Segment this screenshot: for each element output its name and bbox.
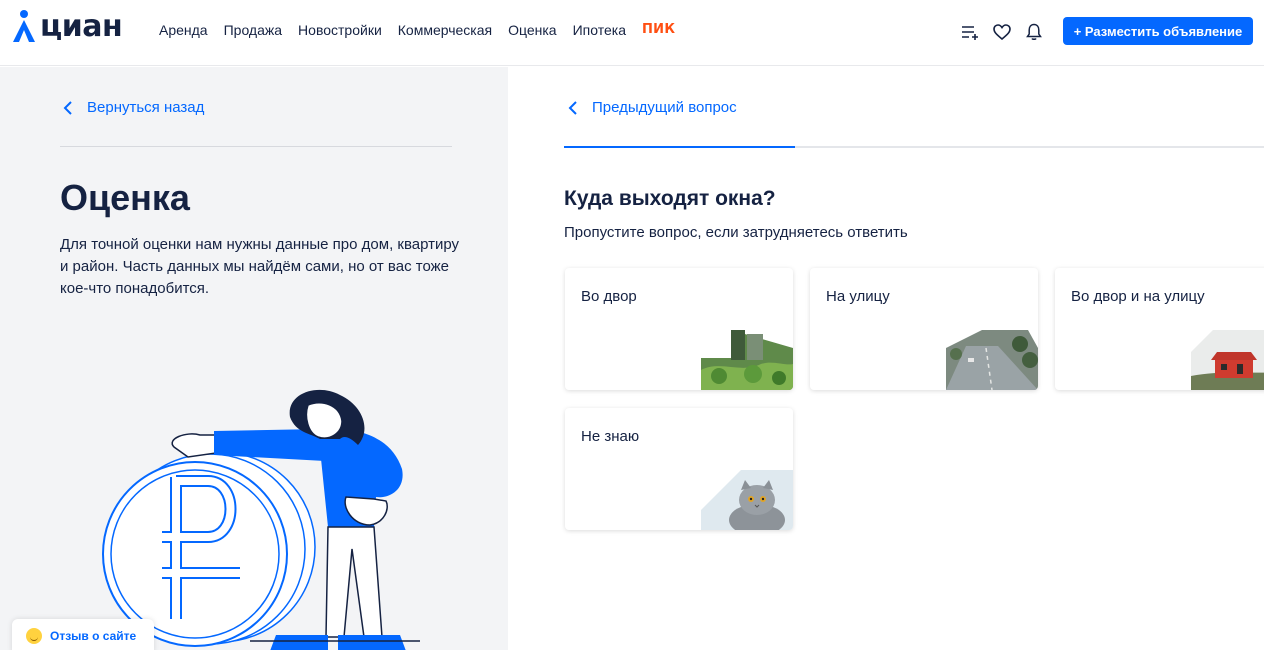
street-photo (946, 330, 1038, 390)
option-label: Во двор (581, 288, 637, 305)
page-description: Для точной оценки нам нужны данные про д… (60, 236, 460, 297)
progress-bar (564, 146, 1264, 148)
nav-sale[interactable]: Продажа (224, 22, 282, 38)
logo-text: циан (40, 8, 123, 44)
header-icons (960, 22, 1056, 42)
nav-commercial[interactable]: Коммерческая (398, 22, 492, 38)
list-add-icon[interactable] (960, 22, 980, 42)
previous-question-label: Предыдущий вопрос (592, 99, 737, 116)
chevron-left-icon (568, 100, 577, 115)
progress-bar-fill (564, 146, 795, 148)
woman-with-ruble-coin-illustration (102, 389, 420, 650)
smile-icon (26, 628, 42, 644)
question-hint: Пропустите вопрос, если затрудняетесь от… (564, 224, 908, 241)
right-panel: Предыдущий вопрос Куда выходят окна? Про… (508, 67, 1264, 650)
site-feedback-button[interactable]: Отзыв о сайте (12, 619, 154, 650)
nav-rent[interactable]: Аренда (159, 22, 208, 38)
nav-mortgage[interactable]: Ипотека (573, 22, 626, 38)
page-title: Оценка (60, 177, 190, 218)
question-title: Куда выходят окна? (564, 187, 776, 210)
bell-icon[interactable] (1024, 22, 1044, 42)
nav-pik[interactable]: ПИК (642, 22, 675, 38)
option-label: На улицу (826, 288, 890, 305)
previous-question-link[interactable]: Предыдущий вопрос (567, 99, 737, 116)
logo-person-icon (13, 10, 35, 42)
nav-valuation[interactable]: Оценка (508, 22, 557, 38)
divider (60, 146, 452, 147)
back-link-label: Вернуться назад (87, 99, 205, 116)
option-card-street[interactable]: На улицу (810, 268, 1038, 390)
option-label: Не знаю (581, 428, 640, 445)
chevron-left-icon (63, 100, 72, 115)
cian-logo[interactable]: циан (10, 6, 123, 46)
place-ad-button[interactable]: + Разместить объявление (1063, 17, 1253, 45)
left-panel: Вернуться назад Оценка Для точной оценки… (0, 67, 508, 650)
back-link[interactable]: Вернуться назад (62, 99, 204, 116)
option-card-unknown[interactable]: Не знаю (565, 408, 793, 530)
cat-photo (701, 470, 793, 530)
feedback-label: Отзыв о сайте (50, 629, 137, 643)
house-photo (1191, 330, 1264, 390)
option-card-courtyard-and-street[interactable]: Во двор и на улицу (1055, 268, 1264, 390)
nav-new-buildings[interactable]: Новостройки (298, 22, 382, 38)
main-nav: Аренда Продажа Новостройки Коммерческая … (159, 22, 691, 38)
option-label: Во двор и на улицу (1071, 288, 1205, 305)
top-header: циан Аренда Продажа Новостройки Коммерче… (0, 0, 1264, 66)
heart-icon[interactable] (992, 22, 1012, 42)
option-card-courtyard[interactable]: Во двор (565, 268, 793, 390)
courtyard-photo (701, 330, 793, 390)
